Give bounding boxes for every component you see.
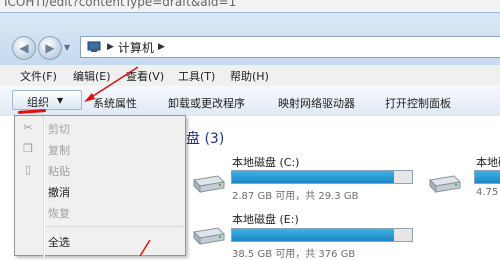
drive-3-usage-bar — [474, 170, 500, 184]
drive-c-info: 2.87 GB 可用，共 29.3 GB — [232, 191, 359, 202]
drive-c-usage-fill — [232, 171, 394, 183]
drive-c-usage-bar — [231, 170, 413, 184]
breadcrumb-computer[interactable]: 计算机 — [118, 39, 154, 56]
menu-item-copy[interactable]: 复制 — [48, 142, 70, 158]
system-properties-button[interactable]: 系统属性 — [93, 95, 137, 111]
menu-item-undo[interactable]: 撤消 — [48, 184, 70, 200]
uninstall-program-button[interactable]: 卸载或更改程序 — [168, 95, 245, 111]
hard-drive-icon[interactable] — [192, 172, 226, 194]
breadcrumb-separator-icon[interactable]: ▶ — [107, 42, 114, 52]
menu-item-paste[interactable]: 粘贴 — [48, 163, 70, 179]
drive-3-name[interactable]: 本地磁 — [476, 154, 500, 170]
menu-item-cut[interactable]: 剪切 — [48, 121, 70, 137]
drive-e-usage-bar — [231, 228, 413, 242]
menu-item-select-all[interactable]: 全选 — [48, 234, 70, 250]
menu-tools[interactable]: 工具(T) — [178, 68, 215, 84]
url-strip: ICOHTI/edit?contentType=draft&aid=1 — [0, 0, 500, 12]
breadcrumb-separator-icon[interactable]: ▶ — [158, 42, 165, 52]
computer-icon — [87, 41, 101, 52]
command-bar: 组织 ▼ 系统属性 卸载或更改程序 映射网络驱动器 打开控制面板 — [0, 86, 500, 117]
menu-file[interactable]: 文件(F) — [20, 68, 57, 84]
address-bar[interactable]: ▶ 计算机 ▶ — [80, 36, 500, 58]
drive-c-name[interactable]: 本地磁盘 (C:) — [232, 154, 299, 170]
menu-bar: 文件(F) 编辑(E) 查看(V) 工具(T) 帮助(H) — [0, 65, 500, 87]
menu-edit[interactable]: 编辑(E) — [73, 68, 111, 84]
open-control-panel-button[interactable]: 打开控制面板 — [385, 95, 451, 111]
organize-label: 组织 — [27, 96, 49, 109]
drive-e-info: 38.5 GB 可用，共 376 GB — [232, 249, 356, 260]
menu-gutter — [43, 116, 45, 257]
menu-view[interactable]: 查看(V) — [126, 68, 164, 84]
hard-drive-icon[interactable] — [192, 224, 226, 246]
drive-e-usage-fill — [232, 229, 394, 241]
chevron-down-icon: ▼ — [57, 96, 64, 105]
menu-help[interactable]: 帮助(H) — [230, 68, 269, 84]
url-fragment: ICOHTI/edit?contentType=draft&aid=1 — [4, 0, 237, 9]
back-button[interactable]: ◀ — [12, 36, 36, 60]
drive-3-info: 4.75 — [476, 187, 499, 198]
back-arrow-icon: ◀ — [19, 41, 29, 55]
chevron-down-icon: ▼ — [64, 43, 71, 52]
drive-e-name[interactable]: 本地磁盘 (E:) — [232, 211, 299, 227]
organize-dropdown-menu: ✂ 剪切 ❐ 复制 ▯ 粘贴 撤消 恢复 全选 — [14, 115, 186, 257]
paste-icon: ▯ — [24, 163, 32, 176]
menu-separator — [45, 226, 183, 227]
map-network-drive-button[interactable]: 映射网络驱动器 — [278, 95, 355, 111]
menu-item-redo[interactable]: 恢复 — [48, 205, 70, 221]
copy-icon: ❐ — [23, 142, 33, 155]
organize-button[interactable]: 组织 ▼ — [12, 90, 82, 110]
forward-arrow-icon: ▶ — [45, 41, 55, 55]
hard-drive-icon[interactable] — [428, 172, 462, 194]
section-header-drives: 盘 (3) — [186, 131, 225, 147]
forward-button[interactable]: ▶ — [38, 36, 62, 60]
scissors-icon: ✂ — [23, 121, 33, 134]
recent-pages-dropdown[interactable]: ▼ — [64, 43, 70, 52]
drive-3-usage-fill — [475, 171, 500, 183]
